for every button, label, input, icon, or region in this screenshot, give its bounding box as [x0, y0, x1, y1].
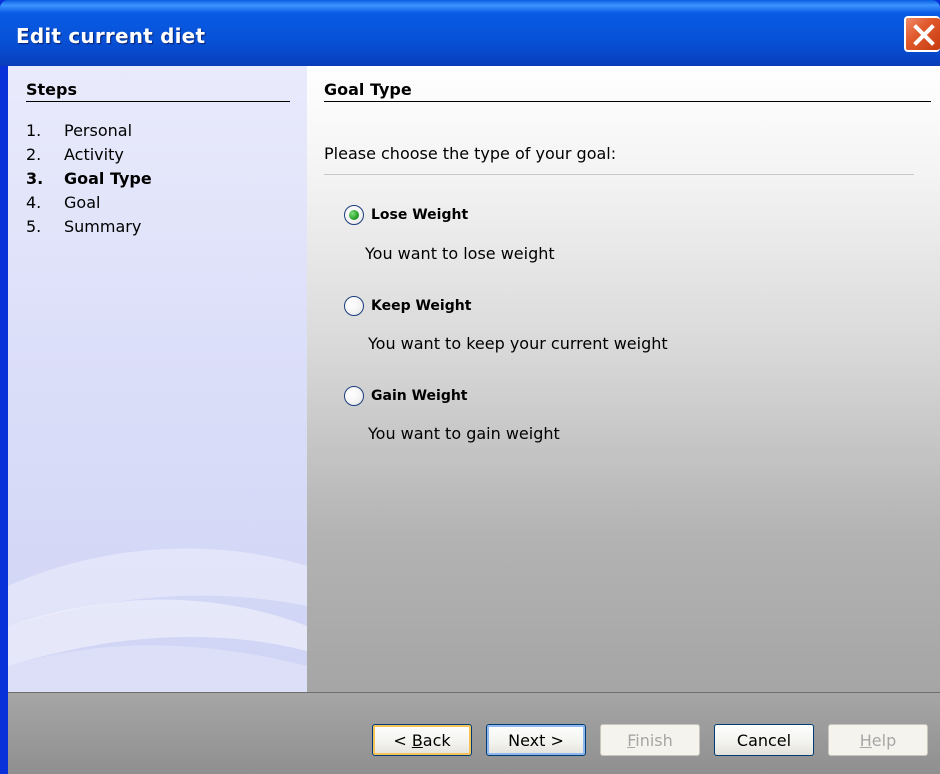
step-number: 5. [26, 217, 42, 236]
step-item-personal: 1. Personal [26, 121, 132, 140]
close-button[interactable] [904, 16, 940, 52]
steps-title: Steps [26, 80, 77, 99]
step-label: Goal [64, 193, 101, 212]
finish-button[interactable]: Finish [600, 724, 700, 756]
steps-divider [26, 101, 290, 102]
cancel-button[interactable]: Cancel [714, 724, 814, 756]
back-button[interactable]: < Back [372, 724, 472, 756]
step-label: Activity [64, 145, 124, 164]
gain-weight-label[interactable]: Gain Weight [371, 388, 468, 404]
radio-unchecked-icon[interactable] [344, 386, 364, 406]
radio-dot [349, 210, 359, 220]
step-label: Summary [64, 217, 142, 236]
title-bar[interactable]: Edit current diet [0, 0, 940, 66]
window-title: Edit current diet [16, 24, 206, 48]
step-label: Goal Type [64, 169, 152, 188]
gain-weight-description: You want to gain weight [368, 424, 560, 443]
button-bar: < Back Next > Finish Cancel Help [8, 692, 940, 774]
close-x-icon [913, 24, 935, 46]
goal-prompt: Please choose the type of your goal: [324, 144, 617, 163]
step-number: 1. [26, 121, 42, 140]
keep-weight-label[interactable]: Keep Weight [371, 298, 471, 314]
prompt-divider [324, 174, 914, 175]
keep-weight-description: You want to keep your current weight [368, 334, 668, 353]
radio-unchecked-icon[interactable] [344, 296, 364, 316]
page-title: Goal Type [324, 80, 412, 99]
help-button-label: Help [859, 730, 897, 750]
step-number: 4. [26, 193, 42, 212]
dialog-content: Steps 1. Personal 2. Activity 3. Goal Type … [8, 66, 940, 692]
step-label: Personal [64, 121, 133, 140]
title-divider [324, 101, 931, 102]
step-item-activity: 2. Activity [26, 145, 124, 164]
gain-weight-radio[interactable]: Gain Weight [344, 384, 468, 408]
lose-weight-label[interactable]: Lose Weight [371, 207, 468, 223]
step-number: 2. [26, 145, 42, 164]
next-button[interactable]: Next > [486, 724, 586, 756]
finish-button-label: Finish [627, 730, 673, 750]
goal-type-panel: Goal Type Please choose the type of your… [307, 66, 940, 692]
step-number: 3. [26, 169, 44, 188]
dialog-window: Edit current diet Steps 1. Personal 2. Act… [0, 0, 940, 774]
step-item-goal-type: 3. Goal Type [26, 169, 152, 188]
step-item-goal: 4. Goal [26, 193, 100, 212]
keep-weight-radio[interactable]: Keep Weight [344, 294, 471, 318]
step-item-summary: 5. Summary [26, 217, 141, 236]
lose-weight-radio[interactable]: Lose Weight [344, 203, 468, 227]
help-button[interactable]: Help [828, 724, 928, 756]
radio-checked-icon[interactable] [344, 205, 364, 225]
back-button-label: < Back [393, 730, 451, 750]
steps-panel: Steps 1. Personal 2. Activity 3. Goal Type … [8, 66, 307, 692]
lose-weight-description: You want to lose weight [365, 244, 555, 263]
